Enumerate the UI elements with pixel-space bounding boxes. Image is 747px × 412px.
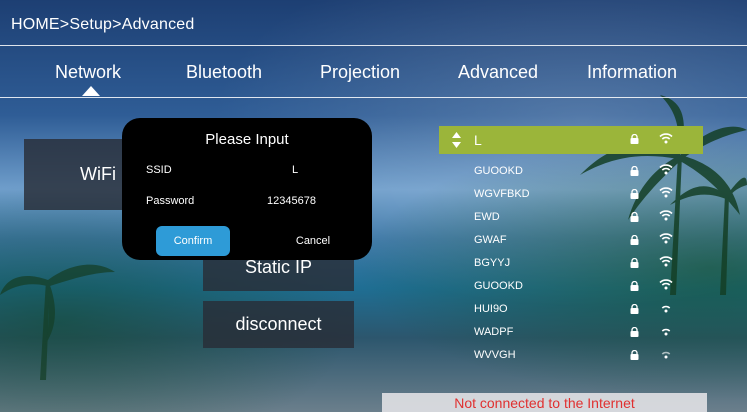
password-field[interactable]: 12345678	[267, 195, 316, 207]
wifi-network-name: WADPF	[474, 326, 514, 338]
lock-icon	[630, 258, 639, 268]
ssid-label: SSID	[146, 164, 172, 176]
connection-status: Not connected to the Internet	[382, 393, 707, 412]
lock-icon	[630, 166, 639, 176]
header-divider	[0, 45, 747, 46]
disconnect-button[interactable]: disconnect	[203, 301, 354, 348]
tab-advanced[interactable]: Advanced	[458, 62, 538, 83]
sort-arrows-icon	[452, 132, 461, 148]
wifi-network-name: EWD	[474, 211, 500, 223]
wifi-network-item[interactable]: EWD	[439, 206, 703, 229]
tab-network[interactable]: Network	[55, 62, 121, 83]
cancel-button[interactable]: Cancel	[274, 226, 352, 256]
lock-icon	[630, 304, 639, 314]
wifi-network-item[interactable]: WADPF	[439, 321, 703, 344]
wifi-network-item[interactable]: GUOOKD	[439, 275, 703, 298]
wifi-network-item[interactable]: WVVGH	[439, 344, 703, 367]
password-label: Password	[146, 195, 195, 207]
tab-bluetooth[interactable]: Bluetooth	[186, 62, 262, 83]
wifi-network-item[interactable]: GWAF	[439, 229, 703, 252]
wifi-network-name: GWAF	[474, 234, 507, 246]
tab-bar: Network Bluetooth Projection Advanced In…	[0, 56, 747, 90]
dialog-title: Please Input	[205, 131, 289, 148]
lock-icon	[630, 327, 639, 337]
wifi-network-item[interactable]: BGYYJ	[439, 252, 703, 275]
wifi-network-name: WGVFBKD	[474, 188, 530, 200]
wifi-network-item[interactable]: GUOOKD	[439, 160, 703, 183]
wifi-signal-icon	[661, 351, 671, 359]
wifi-network-item[interactable]: L	[439, 126, 703, 154]
wifi-network-name: HUI9O	[474, 303, 508, 315]
lock-icon	[630, 212, 639, 222]
tab-projection[interactable]: Projection	[320, 62, 400, 83]
lock-icon	[630, 235, 639, 245]
input-dialog: Please Input SSID L Password 12345678 Co…	[122, 118, 372, 260]
confirm-button[interactable]: Confirm	[156, 226, 230, 256]
disconnect-button-label: disconnect	[235, 314, 322, 334]
wifi-network-name: GUOOKD	[474, 280, 523, 292]
wifi-network-name: WVVGH	[474, 349, 516, 361]
wifi-signal-icon	[659, 256, 673, 267]
tabs-divider	[0, 97, 747, 98]
breadcrumb: HOME>Setup>Advanced	[11, 16, 195, 33]
lock-icon	[630, 350, 639, 360]
cancel-button-label: Cancel	[295, 235, 331, 247]
wifi-signal-icon	[659, 164, 673, 175]
wifi-signal-icon	[659, 233, 673, 244]
ssid-field[interactable]: L	[292, 164, 298, 176]
confirm-button-label: Confirm	[173, 235, 213, 247]
lock-icon	[630, 134, 639, 144]
wifi-signal-icon	[659, 187, 673, 198]
wifi-signal-icon	[659, 133, 673, 144]
wifi-network-item[interactable]: WGVFBKD	[439, 183, 703, 206]
wifi-button-label: WiFi	[80, 164, 116, 184]
wifi-network-item[interactable]: HUI9O	[439, 298, 703, 321]
palm-trees-left	[0, 264, 115, 380]
wifi-network-name: GUOOKD	[474, 165, 523, 177]
wifi-network-name: BGYYJ	[474, 257, 511, 269]
wifi-signal-icon	[659, 210, 673, 221]
lock-icon	[630, 281, 639, 291]
static-ip-button-label: Static IP	[244, 257, 313, 277]
wifi-signal-icon	[659, 279, 673, 290]
tab-information[interactable]: Information	[587, 62, 677, 83]
wifi-signal-icon	[661, 328, 671, 336]
active-tab-indicator	[82, 86, 100, 96]
wifi-signal-icon	[661, 305, 671, 313]
wifi-network-name: L	[474, 132, 482, 148]
screen: HOME>Setup>Advanced Network Bluetooth Pr…	[0, 0, 747, 412]
lock-icon	[630, 189, 639, 199]
